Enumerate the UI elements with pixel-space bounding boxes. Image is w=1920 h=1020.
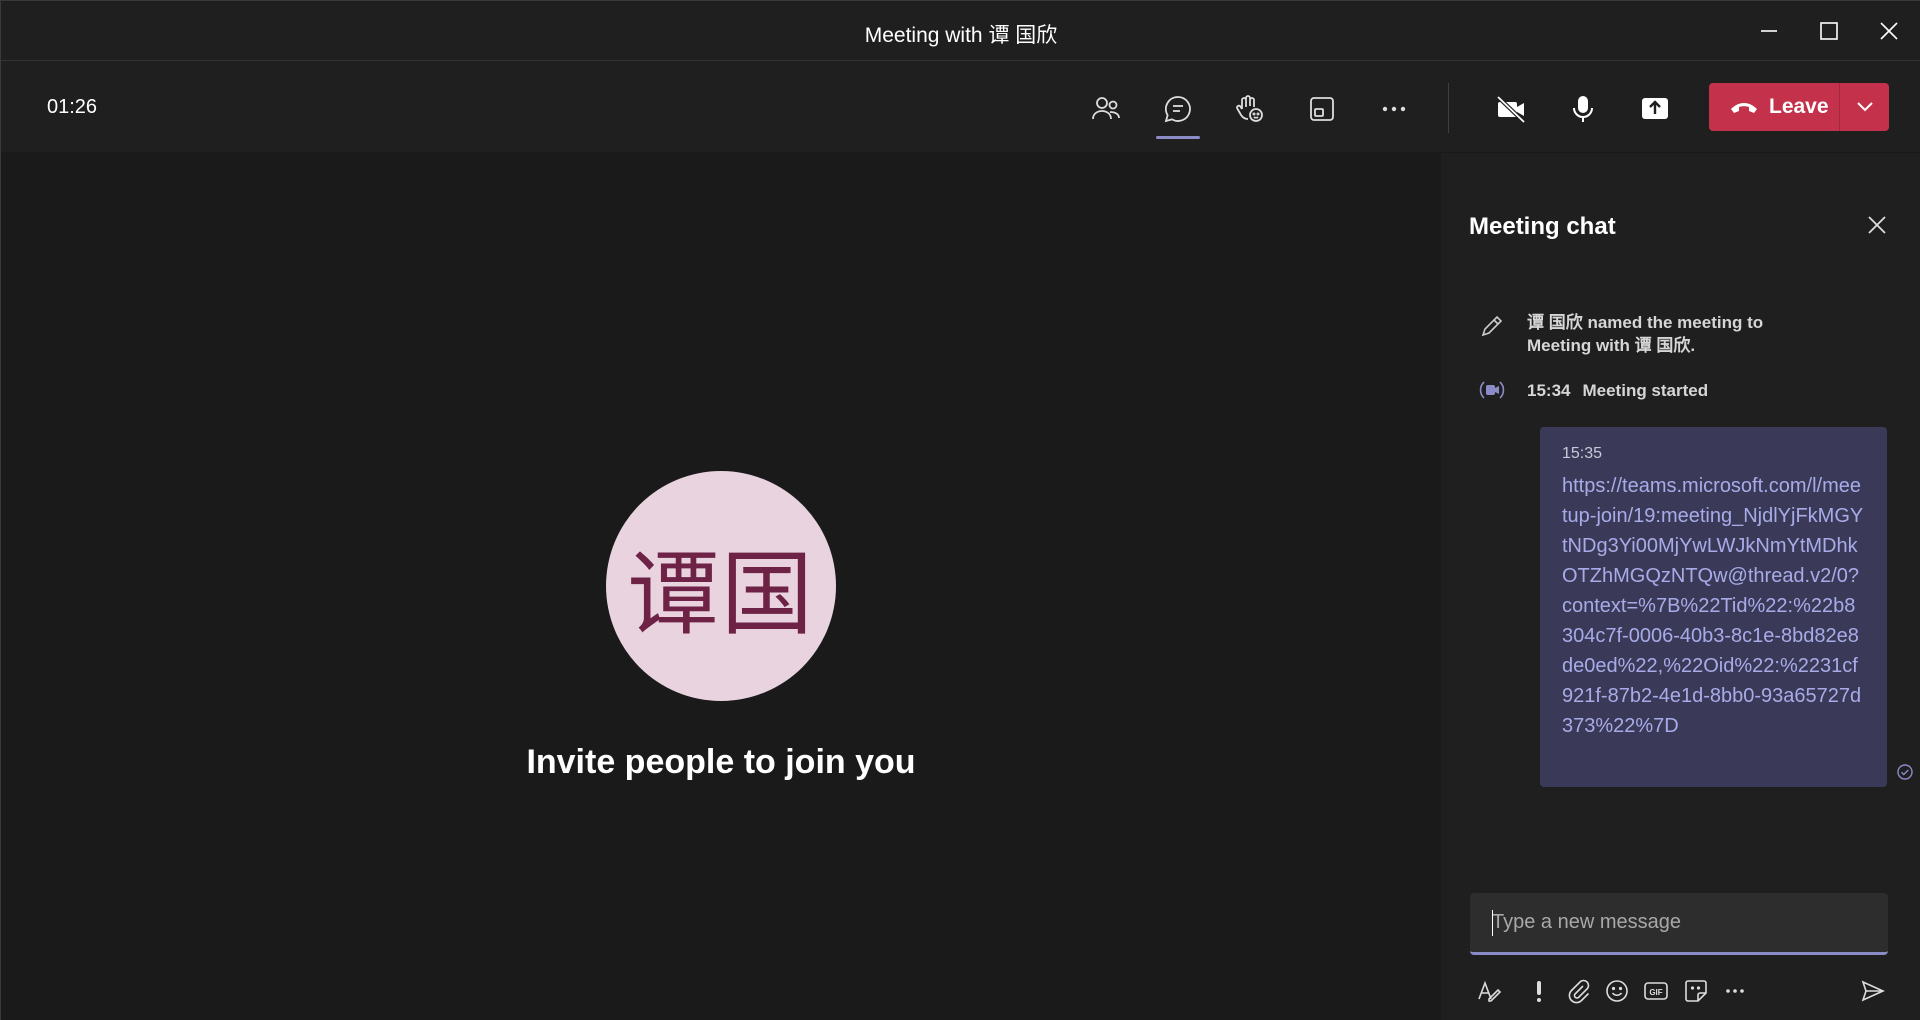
more-icon: [1726, 989, 1744, 993]
meeting-stage: 谭国 Invite people to join you: [1, 153, 1441, 1020]
chevron-down-icon: [1856, 102, 1873, 112]
event-text: Meeting started: [1582, 380, 1709, 400]
sticker-button[interactable]: [1676, 971, 1716, 1011]
title-bar: Meeting with 谭 国欣: [1, 1, 1920, 61]
gif-button[interactable]: GIF: [1636, 971, 1676, 1011]
more-actions-button[interactable]: [1366, 81, 1422, 137]
system-event-started: 15:34 Meeting started: [1477, 375, 1708, 405]
maximize-icon: [1820, 22, 1838, 40]
send-icon: [1861, 980, 1885, 1002]
close-icon: [1868, 216, 1886, 234]
more-icon: [1382, 106, 1406, 112]
event-time: 15:34: [1527, 380, 1571, 400]
mic-icon: [1573, 96, 1593, 122]
share-screen-button[interactable]: [1627, 81, 1683, 137]
leave-label: Leave: [1769, 95, 1829, 118]
avatar: 谭国: [606, 471, 836, 701]
compose-toolbar: GIF: [1469, 971, 1901, 1011]
pencil-icon: [1477, 311, 1507, 341]
svg-text:GIF: GIF: [1649, 988, 1662, 997]
compose-box[interactable]: [1470, 893, 1888, 955]
send-button[interactable]: [1853, 971, 1893, 1011]
window-title: Meeting with 谭 国欣: [864, 24, 1058, 47]
rename-event-line2: Meeting with 谭 国欣.: [1527, 336, 1696, 355]
important-icon: [1537, 981, 1541, 1002]
toolbar-divider: [1448, 83, 1449, 133]
rename-event-line1: 谭 国欣 named the meeting to: [1527, 313, 1764, 332]
chat-icon: [1164, 96, 1191, 123]
chat-message: 15:35 https://teams.microsoft.com/l/meet…: [1540, 427, 1887, 787]
important-button[interactable]: [1519, 971, 1559, 1011]
minimize-button[interactable]: [1739, 1, 1799, 61]
emoji-button[interactable]: [1597, 971, 1637, 1011]
minimize-icon: [1761, 30, 1777, 32]
message-time: 15:35: [1562, 445, 1603, 462]
meeting-toolbar: 01:26 Leave: [1, 61, 1920, 153]
format-icon: [1478, 980, 1502, 1002]
hang-up-icon: [1731, 103, 1757, 113]
attach-button[interactable]: [1559, 971, 1599, 1011]
format-button[interactable]: [1469, 971, 1509, 1011]
room-view-icon: [1310, 97, 1334, 121]
meeting-video-icon: [1477, 375, 1507, 405]
close-window-button[interactable]: [1859, 1, 1919, 61]
emoji-icon: [1606, 980, 1628, 1002]
message-input[interactable]: [1492, 911, 1872, 934]
gif-icon: GIF: [1644, 982, 1668, 1000]
share-icon: [1642, 98, 1668, 119]
camera-toggle-button[interactable]: [1483, 81, 1539, 137]
close-chat-button[interactable]: [1861, 209, 1893, 241]
leave-options-dropdown[interactable]: [1840, 83, 1889, 131]
chat-panel-title: Meeting chat: [1469, 213, 1616, 240]
room-view-button[interactable]: [1294, 81, 1350, 137]
leave-button[interactable]: Leave: [1709, 83, 1889, 131]
people-icon: [1092, 97, 1120, 120]
meeting-timer: 01:26: [47, 96, 98, 118]
system-event-rename: 谭 国欣 named the meeting to Meeting with 谭…: [1477, 311, 1763, 357]
raise-hand-icon: [1236, 95, 1263, 122]
camera-off-icon: [1496, 95, 1526, 124]
sticker-icon: [1685, 980, 1707, 1002]
more-options-button[interactable]: [1715, 971, 1755, 1011]
text-cursor: [1492, 910, 1493, 936]
invite-text: Invite people to join you: [526, 743, 916, 781]
meeting-link[interactable]: https://teams.microsoft.com/l/meetup-joi…: [1562, 471, 1865, 741]
meeting-chat-panel: Meeting chat 谭 国欣 named the meeting to M…: [1441, 153, 1920, 1020]
chat-button[interactable]: [1150, 81, 1206, 139]
teams-meeting-window: Meeting with 谭 国欣 01:26 Leave 谭国 Invite …: [0, 0, 1920, 1020]
close-icon: [1880, 22, 1898, 40]
message-sent-icon: [1897, 764, 1913, 780]
maximize-button[interactable]: [1799, 1, 1859, 61]
reactions-button[interactable]: [1222, 81, 1278, 137]
participants-button[interactable]: [1078, 81, 1134, 137]
microphone-button[interactable]: [1555, 81, 1611, 137]
leave-main[interactable]: Leave: [1709, 83, 1839, 131]
attach-icon: [1568, 979, 1590, 1004]
